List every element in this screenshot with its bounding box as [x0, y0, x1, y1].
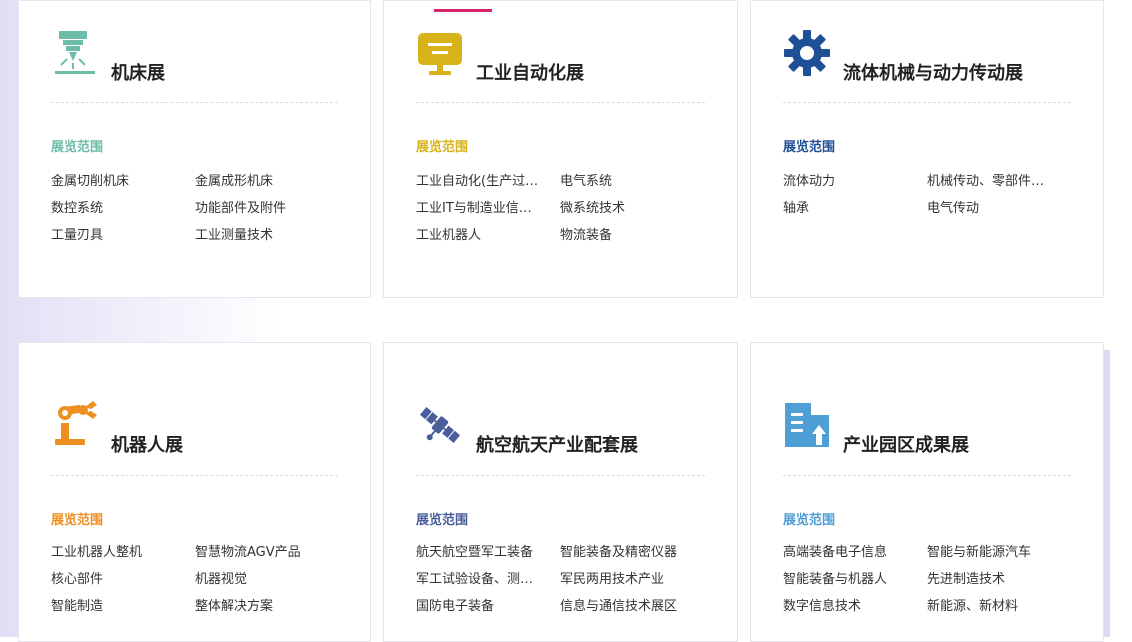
divider [783, 102, 1071, 103]
monitor-icon [416, 31, 464, 79]
card-title: 工业自动化展 [476, 63, 584, 84]
range-item[interactable]: 电气系统 [560, 173, 686, 191]
card-title: 航空航天产业配套展 [476, 435, 638, 456]
active-tab-indicator [434, 9, 492, 12]
range-item[interactable]: 金属成形机床 [195, 173, 321, 191]
range-item[interactable]: 国防电子装备 [416, 598, 542, 616]
exhibition-range-label: 展览范围 [416, 513, 469, 528]
range-item[interactable]: 智能装备及精密仪器 [560, 544, 686, 562]
divider [783, 475, 1071, 476]
range-item[interactable]: 整体解决方案 [195, 598, 321, 616]
range-item[interactable]: 工业IT与制造业信息化 [416, 200, 542, 218]
card-title: 产业园区成果展 [843, 435, 969, 456]
range-item[interactable]: 核心部件 [51, 571, 177, 589]
exhibition-range-label: 展览范围 [51, 513, 104, 528]
range-item[interactable]: 工业机器人 [416, 227, 542, 245]
exhibition-card-machine-tool[interactable]: 机床展 展览范围 金属切削机床 金属成形机床 数控系统 功能部件及附件 工量刃具… [18, 0, 371, 298]
range-item[interactable]: 数字信息技术 [783, 598, 909, 616]
card-title: 流体机械与动力传动展 [843, 63, 1023, 84]
divider [416, 475, 705, 476]
range-item[interactable]: 军工试验设备、测试仪器 [416, 571, 542, 589]
range-item[interactable]: 智能装备与机器人 [783, 571, 909, 589]
exhibition-card-fluid-machinery[interactable]: 流体机械与动力传动展 展览范围 流体动力 机械传动、零部件及其他 轴承 电气传动 [750, 0, 1104, 298]
exhibition-range-label: 展览范围 [783, 140, 836, 155]
exhibition-range-label: 展览范围 [51, 140, 104, 155]
range-items: 工业自动化(生产过程自动化) 电气系统 工业IT与制造业信息化 微系统技术 工业… [416, 173, 713, 245]
range-item[interactable]: 流体动力 [783, 173, 909, 191]
range-item[interactable]: 电气传动 [927, 200, 1053, 218]
card-title: 机器人展 [111, 435, 183, 456]
range-item[interactable]: 微系统技术 [560, 200, 686, 218]
exhibition-range-label: 展览范围 [416, 140, 469, 155]
range-item[interactable]: 信息与通信技术展区 [560, 598, 686, 616]
range-item[interactable]: 智能制造 [51, 598, 177, 616]
range-item[interactable]: 军民两用技术产业 [560, 571, 686, 589]
range-item[interactable]: 智慧物流AGV产品 [195, 544, 321, 562]
laser-machine-icon [51, 29, 99, 77]
range-items: 金属切削机床 金属成形机床 数控系统 功能部件及附件 工量刃具 工业测量技术 [51, 173, 346, 245]
range-item[interactable]: 物流装备 [560, 227, 686, 245]
range-item[interactable]: 机器视觉 [195, 571, 321, 589]
exhibition-card-industrial-park[interactable]: 产业园区成果展 展览范围 高端装备电子信息 智能与新能源汽车 智能装备与机器人 … [750, 342, 1104, 642]
exhibition-card-robot[interactable]: 机器人展 展览范围 工业机器人整机 智慧物流AGV产品 核心部件 机器视觉 智能… [18, 342, 371, 642]
exhibition-card-aerospace[interactable]: 航空航天产业配套展 展览范围 航天航空暨军工装备 智能装备及精密仪器 军工试验设… [383, 342, 738, 642]
exhibition-range-label: 展览范围 [783, 513, 836, 528]
range-items: 工业机器人整机 智慧物流AGV产品 核心部件 机器视觉 智能制造 整体解决方案 [51, 544, 346, 616]
range-item[interactable]: 数控系统 [51, 200, 177, 218]
range-item[interactable]: 轴承 [783, 200, 909, 218]
background-shadow-strip [1104, 350, 1110, 637]
range-item[interactable]: 功能部件及附件 [195, 200, 321, 218]
range-items: 航天航空暨军工装备 智能装备及精密仪器 军工试验设备、测试仪器 军民两用技术产业… [416, 544, 713, 616]
range-item[interactable]: 机械传动、零部件及其他 [927, 173, 1053, 191]
range-item[interactable]: 工业机器人整机 [51, 544, 177, 562]
robot-arm-icon [51, 399, 99, 447]
range-item[interactable]: 智能与新能源汽车 [927, 544, 1053, 562]
range-items: 高端装备电子信息 智能与新能源汽车 智能装备与机器人 先进制造技术 数字信息技术… [783, 544, 1079, 616]
range-item[interactable]: 工业自动化(生产过程自动化) [416, 173, 542, 191]
satellite-icon [416, 401, 464, 449]
divider [51, 102, 338, 103]
range-item[interactable]: 工量刃具 [51, 227, 177, 245]
range-item[interactable]: 航天航空暨军工装备 [416, 544, 542, 562]
range-items: 流体动力 机械传动、零部件及其他 轴承 电气传动 [783, 173, 1079, 218]
gear-icon [783, 29, 831, 77]
divider [416, 102, 705, 103]
range-item[interactable]: 新能源、新材料 [927, 598, 1053, 616]
card-title: 机床展 [111, 63, 165, 84]
exhibition-card-industrial-automation[interactable]: 工业自动化展 展览范围 工业自动化(生产过程自动化) 电气系统 工业IT与制造业… [383, 0, 738, 298]
building-tree-icon [783, 401, 831, 449]
range-item[interactable]: 高端装备电子信息 [783, 544, 909, 562]
divider [51, 475, 338, 476]
range-item[interactable]: 工业测量技术 [195, 227, 321, 245]
range-item[interactable]: 金属切削机床 [51, 173, 177, 191]
range-item[interactable]: 先进制造技术 [927, 571, 1053, 589]
